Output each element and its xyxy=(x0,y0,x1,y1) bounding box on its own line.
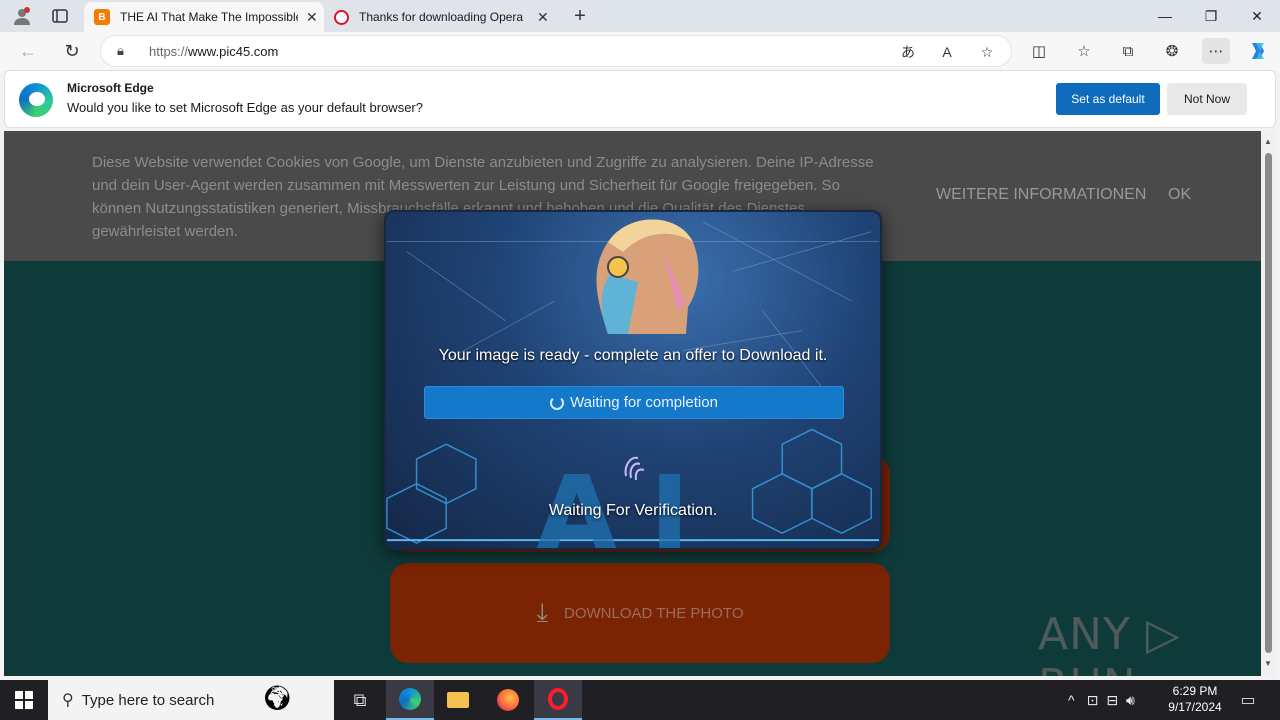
page-content: Diese Website verwendet Cookies von Goog… xyxy=(4,131,1261,676)
fingerprint-icon xyxy=(624,456,645,481)
extensions-icon[interactable]: ❂ xyxy=(1158,38,1186,64)
tab-bar: B THE AI That Make The Impossible ✕ Than… xyxy=(0,0,1280,32)
lock-icon[interactable]: 🔒︎ xyxy=(117,43,124,59)
device-icon[interactable]: ⊡ xyxy=(1087,692,1099,709)
search-highlight-icon: 🌍︎ xyxy=(262,685,293,712)
download-icon: ⤓ xyxy=(536,597,549,627)
tab-title: THE AI That Make The Impossible xyxy=(120,10,298,24)
close-tab-icon[interactable]: ✕ xyxy=(306,9,318,26)
scroll-up-icon[interactable]: ▲ xyxy=(1264,137,1272,146)
edge-logo-icon xyxy=(19,83,53,117)
search-icon: ⚲ xyxy=(62,692,74,709)
address-bar[interactable]: 🔒︎ https://www.pic45.com あ A ☆ xyxy=(100,35,1012,67)
tray-chevron-icon[interactable]: ^ xyxy=(1068,692,1075,708)
tab-active[interactable]: B THE AI That Make The Impossible ✕ xyxy=(84,2,324,32)
taskbar-clock[interactable]: 6:29 PM 9/17/2024 xyxy=(1160,683,1230,715)
not-now-button[interactable]: Not Now xyxy=(1167,83,1247,115)
windows-taskbar: ⚲ Type here to search 🌍︎ ⧉ ^ ⊡ ⊟ 🔊︎ 6:29… xyxy=(0,680,1280,720)
infobar-message: Would you like to set Microsoft Edge as … xyxy=(67,100,423,115)
close-window-icon[interactable]: ✕ xyxy=(1234,0,1280,32)
windows-start-icon[interactable] xyxy=(0,680,48,720)
read-aloud-icon[interactable]: A xyxy=(935,42,959,62)
page-scrollbar[interactable]: ▲ ▼ xyxy=(1261,131,1276,676)
scroll-down-icon[interactable]: ▼ xyxy=(1264,659,1272,668)
clock-date: 9/17/2024 xyxy=(1168,700,1222,714)
search-placeholder: Type here to search xyxy=(81,691,215,709)
new-tab-icon[interactable]: + xyxy=(566,4,594,28)
clock-time: 6:29 PM xyxy=(1172,684,1218,698)
scrollbar-thumb[interactable] xyxy=(1265,153,1272,653)
offer-modal: AI Your image is ready - complete an off… xyxy=(384,210,882,550)
notifications-icon[interactable]: ▭ xyxy=(1224,680,1272,720)
modal-message: Your image is ready - complete an offer … xyxy=(438,347,828,364)
restore-icon[interactable]: ❐ xyxy=(1188,0,1234,32)
edge-taskbar-icon[interactable] xyxy=(386,680,434,720)
file-explorer-icon[interactable] xyxy=(434,680,482,720)
close-tab-icon[interactable]: ✕ xyxy=(537,9,549,26)
task-view-icon[interactable]: ⧉ xyxy=(336,680,384,720)
firefox-icon[interactable] xyxy=(484,680,532,720)
spinner-icon xyxy=(550,395,565,410)
opera-taskbar-icon[interactable] xyxy=(534,680,582,720)
network-icon[interactable]: ⊟ xyxy=(1106,692,1118,709)
waiting-label: Waiting for completion xyxy=(570,394,718,411)
translate-icon[interactable]: あ xyxy=(896,42,920,62)
back-icon[interactable]: ← xyxy=(12,36,44,66)
favorites-icon[interactable]: ☆ xyxy=(1070,38,1098,64)
minimize-icon[interactable]: — xyxy=(1142,0,1188,32)
profile-icon[interactable] xyxy=(8,4,36,28)
default-browser-infobar: Microsoft Edge Would you like to set Mic… xyxy=(4,70,1276,128)
cookie-ok-button[interactable]: OK xyxy=(1168,186,1191,204)
volume-icon[interactable]: 🔊︎ xyxy=(1126,692,1135,709)
more-info-link[interactable]: WEITERE INFORMATIONEN xyxy=(936,186,1146,204)
opera-icon xyxy=(334,9,349,25)
set-as-default-button[interactable]: Set as default xyxy=(1056,83,1160,115)
blogger-icon: B xyxy=(94,9,110,25)
download-label: DOWNLOAD THE PHOTO xyxy=(564,604,744,622)
system-tray: ^ ⊡ ⊟ 🔊︎ xyxy=(1068,680,1135,720)
more-menu-icon[interactable]: ⋯ xyxy=(1202,38,1230,64)
url-text[interactable]: https://www.pic45.com xyxy=(149,44,278,59)
favorite-star-icon[interactable]: ☆ xyxy=(975,42,999,62)
tab-actions-icon[interactable] xyxy=(46,4,74,28)
copilot-icon[interactable] xyxy=(1244,38,1272,64)
tab-title: Thanks for downloading Opera xyxy=(359,10,524,24)
tab-opera[interactable]: Thanks for downloading Opera ✕ xyxy=(324,2,562,32)
browser-toolbar: ← ↻ 🔒︎ https://www.pic45.com あ A ☆ ◫ ☆ ⧉… xyxy=(0,32,1280,70)
taskbar-search[interactable]: ⚲ Type here to search 🌍︎ xyxy=(48,680,334,720)
verification-status: Waiting For Verification. xyxy=(548,502,718,519)
anyrun-watermark: ANY ▷ RUN xyxy=(1038,609,1181,676)
collections-icon[interactable]: ⧉ xyxy=(1114,38,1142,64)
infobar-title: Microsoft Edge xyxy=(67,81,154,95)
download-photo-button[interactable]: ⤓ DOWNLOAD THE PHOTO xyxy=(390,563,890,663)
split-screen-icon[interactable]: ◫ xyxy=(1025,38,1053,64)
refresh-icon[interactable]: ↻ xyxy=(56,36,88,66)
waiting-for-completion-button[interactable]: Waiting for completion xyxy=(424,386,844,419)
robot-head-image xyxy=(596,219,699,334)
